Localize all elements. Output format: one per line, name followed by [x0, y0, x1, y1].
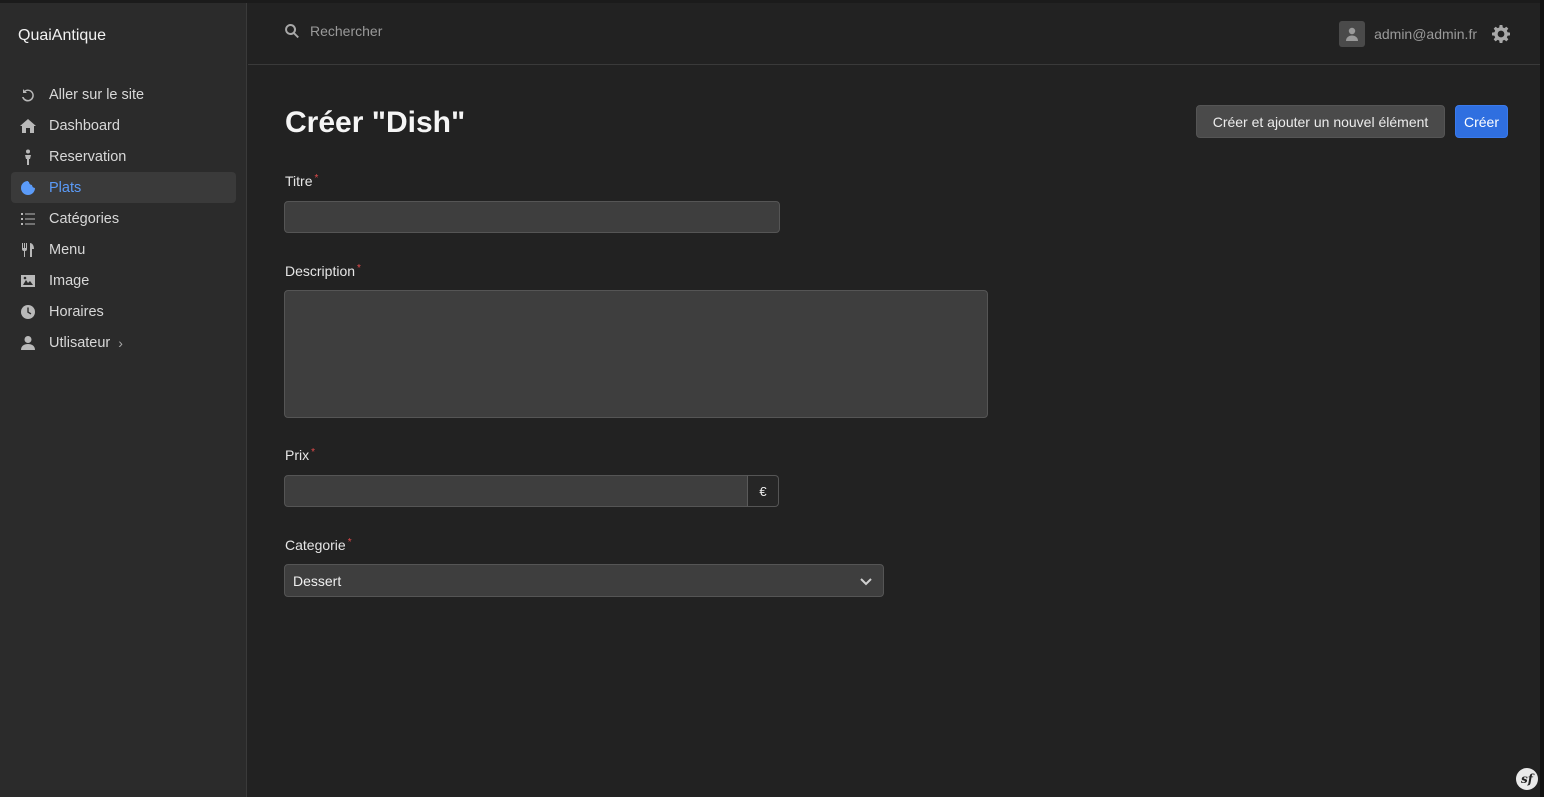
sidebar-item-label: Plats: [49, 179, 82, 196]
sidebar-item-categories[interactable]: Catégories: [11, 203, 236, 234]
sidebar-item-label: Dashboard: [49, 117, 120, 134]
utensils-icon: [19, 241, 37, 259]
chevron-right-icon: ›: [118, 334, 123, 351]
scrollbar[interactable]: [1540, 0, 1544, 797]
save-and-add-button[interactable]: Créer et ajouter un nouvel élément: [1196, 105, 1445, 138]
sidebar-item-horaires[interactable]: Horaires: [11, 296, 236, 327]
sidebar-item-plats[interactable]: Plats: [11, 172, 236, 203]
clock-icon: [19, 303, 37, 321]
titre-input[interactable]: [284, 201, 780, 233]
sidebar-item-label: Catégories: [49, 210, 120, 227]
brand-title[interactable]: QuaiAntique: [18, 27, 106, 45]
gear-icon[interactable]: [1492, 25, 1510, 43]
search-icon: [285, 24, 299, 39]
search-input[interactable]: Rechercher: [310, 23, 382, 39]
categorie-label: Categorie *: [285, 537, 352, 553]
chevron-down-icon: [859, 574, 873, 588]
user-menu[interactable]: admin@admin.fr: [1339, 21, 1510, 47]
sidebar-item-menu[interactable]: Menu: [11, 234, 236, 265]
user-icon: [19, 334, 37, 352]
description-textarea[interactable]: [284, 290, 988, 418]
person-icon: [19, 148, 37, 166]
sidebar-item-image[interactable]: Image: [11, 265, 236, 296]
sidebar: QuaiAntique Aller sur le site Dashboard …: [0, 3, 247, 797]
required-marker: *: [311, 447, 316, 458]
sidebar-item-aller-sur-le-site[interactable]: Aller sur le site: [11, 79, 236, 110]
prix-label: Prix *: [285, 447, 316, 463]
undo-icon: [19, 86, 37, 104]
description-label: Description *: [285, 263, 361, 279]
required-marker: *: [347, 537, 352, 548]
titre-label: Titre *: [285, 173, 319, 189]
sidebar-item-label: Reservation: [49, 148, 127, 165]
user-icon: [1346, 27, 1359, 41]
avatar[interactable]: [1339, 21, 1366, 47]
sidebar-menu: Aller sur le site Dashboard Reservation …: [11, 79, 236, 358]
search-box[interactable]: Rechercher: [284, 23, 382, 39]
user-email[interactable]: admin@admin.fr: [1374, 26, 1477, 42]
image-icon: [19, 272, 37, 290]
currency-addon: €: [747, 475, 779, 507]
categorie-selected-value: Dessert: [293, 572, 342, 589]
sidebar-item-dashboard[interactable]: Dashboard: [11, 110, 236, 141]
top-header: Rechercher admin@admin.fr: [248, 3, 1540, 65]
categorie-select[interactable]: Dessert: [284, 564, 884, 597]
sidebar-item-label: Utlisateur: [49, 334, 111, 351]
symfony-logo[interactable]: sf: [1516, 768, 1538, 790]
cookie-icon: [19, 179, 37, 197]
sidebar-item-label: Horaires: [49, 303, 104, 320]
create-button[interactable]: Créer: [1455, 105, 1508, 138]
sidebar-item-label: Menu: [49, 241, 86, 258]
home-icon: [19, 117, 37, 135]
prix-input[interactable]: [284, 475, 748, 507]
required-marker: *: [314, 173, 319, 184]
sidebar-item-reservation[interactable]: Reservation: [11, 141, 236, 172]
sidebar-item-utilisateur[interactable]: Utlisateur ›: [11, 327, 236, 358]
list-icon: [19, 210, 37, 228]
sidebar-item-label: Aller sur le site: [49, 86, 145, 103]
sidebar-item-label: Image: [49, 272, 90, 289]
required-marker: *: [357, 263, 361, 274]
page-title: Créer "Dish": [285, 106, 466, 139]
